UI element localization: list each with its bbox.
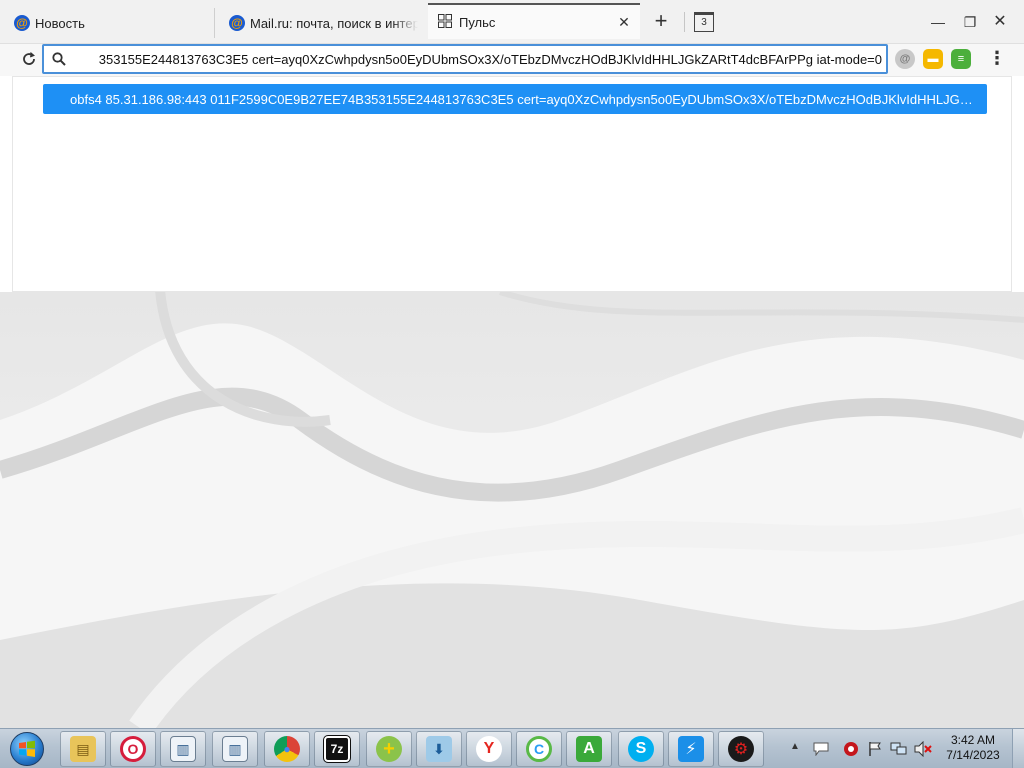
network-icon[interactable] [890, 740, 908, 758]
yandex-icon: Y [476, 736, 502, 762]
taskbar: ▤ O ▥ ▥ ● 7z + ⬇ Y C A S ⚡ ⚙ ▲ 3:42 AM 7… [0, 728, 1024, 768]
tab-bar: @ Новость @ Mail.ru: почта, поиск в инте… [0, 0, 1024, 44]
taskbar-lightning[interactable]: ⚡ [668, 731, 714, 767]
tabbar-divider [684, 12, 685, 32]
address-bar[interactable] [42, 44, 888, 74]
window-icon: ▥ [222, 736, 248, 762]
windows-logo-icon [10, 732, 44, 766]
close-window-button[interactable]: ✕ [988, 10, 1012, 34]
tab-close-icon[interactable]: ✕ [616, 14, 632, 30]
taskbar-opera[interactable]: O [110, 731, 156, 767]
tab-count-button[interactable]: 3 [694, 12, 714, 32]
folder-icon: ▤ [70, 736, 96, 762]
mailru-icon: @ [14, 15, 30, 31]
chat-extension-icon[interactable]: ▬ [923, 49, 943, 69]
taskbar-amigo[interactable]: C [516, 731, 562, 767]
a-app-icon: A [576, 736, 602, 762]
volume-muted-icon[interactable] [914, 740, 932, 758]
taskbar-chrome[interactable]: ● [264, 731, 310, 767]
start-button[interactable] [4, 730, 50, 768]
gear-icon: ⚙ [728, 736, 754, 762]
mailru-icon: @ [229, 15, 245, 31]
new-tab-button[interactable]: + [650, 10, 672, 33]
address-input[interactable] [74, 51, 886, 67]
taskbar-yandex[interactable]: Y [466, 731, 512, 767]
tab-title: Mail.ru: почта, поиск в интерне [250, 15, 418, 31]
address-toolbar: @ ▬ ≡ ⋮ [0, 44, 1024, 76]
window-icon: ▥ [170, 736, 196, 762]
suggestion-item[interactable]: obfs4 85.31.186.98:443 011F2599C0E9B27EE… [43, 84, 987, 114]
skype-icon: S [628, 736, 654, 762]
opera-icon: O [120, 736, 146, 762]
suggestion-text: obfs4 85.31.186.98:443 011F2599C0E9B27EE… [70, 91, 977, 107]
search-icon [44, 52, 74, 66]
tab-title: Пульс [459, 14, 496, 30]
tab-news[interactable]: @ Новость [0, 8, 214, 38]
chrome-icon: ● [274, 736, 300, 762]
taskbar-plus-app[interactable]: + [366, 731, 412, 767]
taskbar-window-2[interactable]: ▥ [212, 731, 258, 767]
system-clock[interactable]: 3:42 AM 7/14/2023 [938, 733, 1008, 765]
taskbar-7zip[interactable]: 7z [314, 731, 360, 767]
7zip-icon: 7z [323, 735, 351, 763]
omnibox-suggestions: obfs4 85.31.186.98:443 011F2599C0E9B27EE… [12, 76, 1012, 292]
chat-tray-icon[interactable] [812, 740, 830, 758]
restore-button[interactable]: ❐ [958, 10, 982, 34]
tab-puls[interactable]: Пульс ✕ [428, 3, 640, 39]
taskbar-window-1[interactable]: ▥ [160, 731, 206, 767]
action-center-icon[interactable] [866, 740, 884, 758]
reload-icon[interactable] [16, 46, 42, 72]
clock-date: 7/14/2023 [946, 748, 1000, 762]
mail-extension-icon[interactable]: @ [895, 49, 915, 69]
list-extension-icon[interactable]: ≡ [951, 49, 971, 69]
minimize-button[interactable]: — [926, 10, 950, 34]
browser-icon: C [526, 736, 552, 762]
grid-icon [438, 13, 452, 31]
download-icon: ⬇ [426, 736, 452, 762]
taskbar-red-gear[interactable]: ⚙ [718, 731, 764, 767]
antivirus-tray-icon[interactable] [842, 740, 860, 758]
plus-icon: + [376, 736, 402, 762]
browser-window: @ Новость @ Mail.ru: почта, поиск в инте… [0, 0, 1024, 292]
tray-expand-icon[interactable]: ▲ [790, 741, 800, 752]
taskbar-green-a[interactable]: A [566, 731, 612, 767]
taskbar-file-explorer[interactable]: ▤ [60, 731, 106, 767]
show-desktop-button[interactable] [1012, 729, 1024, 768]
tab-mailru[interactable]: @ Mail.ru: почта, поиск в интерне [214, 8, 426, 38]
browser-menu-icon[interactable]: ⋮ [986, 48, 1008, 70]
tab-title: Новость [35, 15, 85, 31]
taskbar-downloader[interactable]: ⬇ [416, 731, 462, 767]
taskbar-skype[interactable]: S [618, 731, 664, 767]
lightning-icon: ⚡ [678, 736, 704, 762]
clock-time: 3:42 AM [950, 733, 996, 747]
